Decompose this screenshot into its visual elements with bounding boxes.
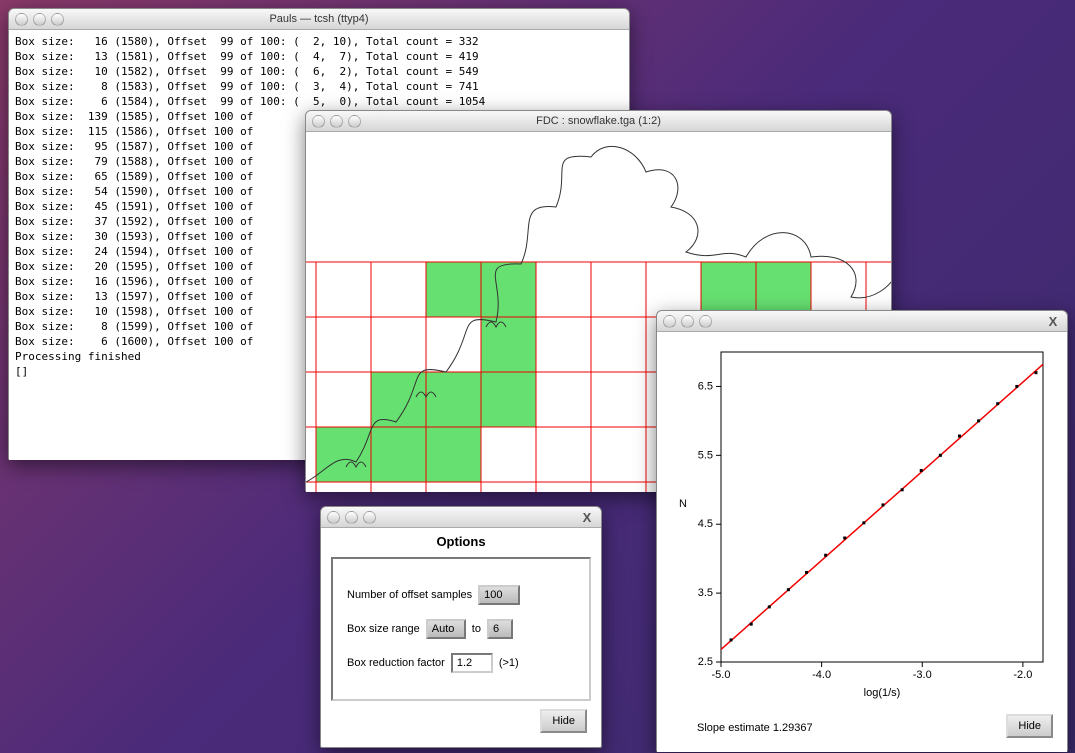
traffic-lights xyxy=(15,13,64,26)
close-icon[interactable] xyxy=(312,115,325,128)
svg-text:-4.0: -4.0 xyxy=(812,669,831,681)
svg-text:log(1/s): log(1/s) xyxy=(864,687,901,699)
chart-titlebar[interactable]: X xyxy=(657,311,1067,332)
fdc-titlebar[interactable]: FDC : snowflake.tga (1:2) xyxy=(306,111,891,132)
options-body: Options Number of offset samples 100 Box… xyxy=(321,528,601,748)
minimize-icon[interactable] xyxy=(681,315,694,328)
box-reduction-hint: (>1) xyxy=(499,657,519,669)
svg-text:3.5: 3.5 xyxy=(698,587,713,599)
traffic-lights xyxy=(663,315,712,328)
options-titlebar[interactable]: X xyxy=(321,507,601,528)
minimize-icon[interactable] xyxy=(345,511,358,524)
terminal-title: Pauls — tcsh (ttyp4) xyxy=(9,13,629,25)
options-heading: Options xyxy=(331,534,591,549)
box-size-to-input[interactable]: 6 xyxy=(487,619,513,639)
svg-text:4.5: 4.5 xyxy=(698,518,713,530)
slope-estimate-label: Slope estimate 1.29367 xyxy=(697,722,813,734)
offset-samples-input[interactable]: 100 xyxy=(478,585,520,605)
zoom-icon[interactable] xyxy=(699,315,712,328)
options-group: Number of offset samples 100 Box size ra… xyxy=(331,557,591,701)
x-icon[interactable]: X xyxy=(1045,314,1061,329)
svg-text:2.5: 2.5 xyxy=(698,656,713,668)
close-icon[interactable] xyxy=(15,13,28,26)
box-reduction-label: Box reduction factor xyxy=(347,657,445,669)
options-window: X Options Number of offset samples 100 B… xyxy=(320,506,602,748)
box-size-range-label: Box size range xyxy=(347,623,420,635)
svg-text:N: N xyxy=(679,498,687,510)
traffic-lights xyxy=(312,115,361,128)
hide-button[interactable]: Hide xyxy=(540,709,587,733)
zoom-icon[interactable] xyxy=(348,115,361,128)
close-icon[interactable] xyxy=(327,511,340,524)
close-icon[interactable] xyxy=(663,315,676,328)
chart-window: X -5.0 -4.0 -3.0 -2.0 2.5 3.5 4.5 5.5 6.5 log(1/s… xyxy=(656,310,1068,752)
offset-samples-label: Number of offset samples xyxy=(347,589,472,601)
svg-text:5.5: 5.5 xyxy=(698,449,713,461)
svg-text:-3.0: -3.0 xyxy=(913,669,932,681)
box-reduction-input[interactable]: 1.2 xyxy=(451,653,493,673)
hide-button[interactable]: Hide xyxy=(1006,714,1053,738)
traffic-lights xyxy=(327,511,376,524)
minimize-icon[interactable] xyxy=(33,13,46,26)
box-size-from-input[interactable]: Auto xyxy=(426,619,466,639)
zoom-icon[interactable] xyxy=(363,511,376,524)
svg-text:-5.0: -5.0 xyxy=(712,669,731,681)
chart-plot: -5.0 -4.0 -3.0 -2.0 2.5 3.5 4.5 5.5 6.5 log(1/s) N xyxy=(671,342,1053,702)
x-icon[interactable]: X xyxy=(579,510,595,525)
svg-text:6.5: 6.5 xyxy=(698,380,713,392)
zoom-icon[interactable] xyxy=(51,13,64,26)
terminal-titlebar[interactable]: Pauls — tcsh (ttyp4) xyxy=(9,9,629,30)
minimize-icon[interactable] xyxy=(330,115,343,128)
fdc-title: FDC : snowflake.tga (1:2) xyxy=(306,115,891,127)
chart-body: -5.0 -4.0 -3.0 -2.0 2.5 3.5 4.5 5.5 6.5 log(1/s) N… xyxy=(657,332,1067,752)
box-size-to-label: to xyxy=(472,623,481,635)
svg-text:-2.0: -2.0 xyxy=(1013,669,1032,681)
